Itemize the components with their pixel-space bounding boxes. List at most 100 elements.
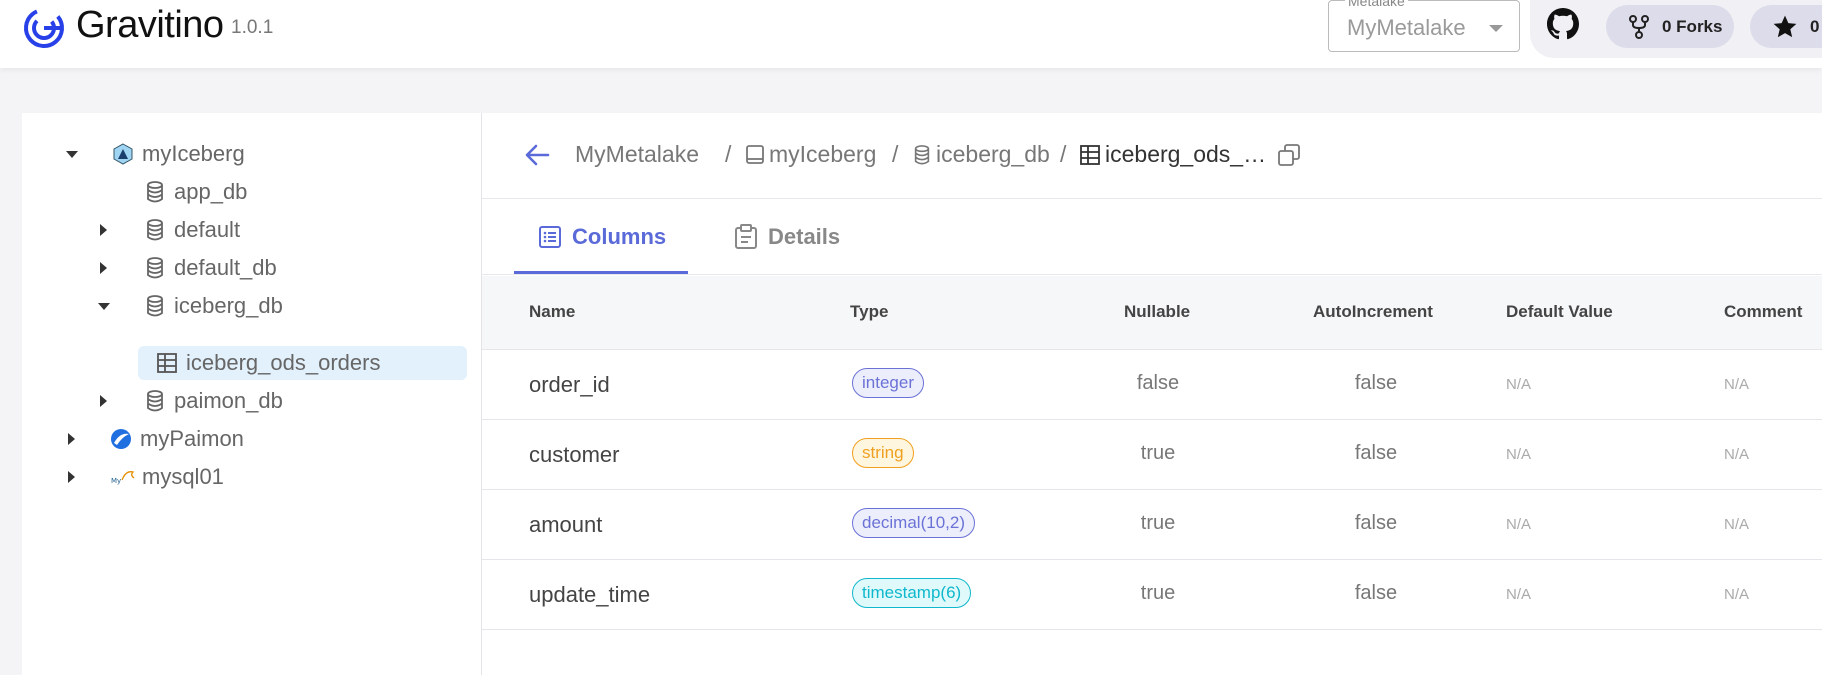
cell-default-value: N/A (1506, 446, 1532, 463)
gravitino-logo-icon[interactable] (22, 6, 66, 50)
clipboard-icon (735, 224, 757, 249)
cell-autoincrement: false (1354, 442, 1398, 464)
cell-autoincrement: false (1354, 512, 1398, 534)
table-row[interactable]: customer string true false N/A N/A (482, 420, 1822, 490)
tree-item-default[interactable]: default (42, 213, 442, 247)
stars-button[interactable]: 0 S (1750, 5, 1822, 48)
breadcrumb-schema-label: iceberg_db (936, 141, 1050, 167)
copy-icon[interactable] (1277, 143, 1301, 167)
cell-comment: N/A (1724, 586, 1750, 603)
tree-item-iceberg-ods-orders[interactable]: iceberg_ods_orders (138, 346, 467, 380)
tree-item-label: default (174, 217, 241, 242)
database-icon (147, 295, 163, 317)
cell-autoincrement: false (1354, 372, 1398, 394)
active-tab-indicator (514, 271, 688, 274)
table-header: Name Type Nullable AutoIncrement Default… (482, 276, 1822, 350)
metalake-select-value: MyMetalake (1347, 15, 1466, 40)
brand-name[interactable]: Gravitino (76, 4, 224, 47)
chevron-down-icon (1489, 25, 1503, 32)
database-icon (147, 219, 163, 241)
expand-toggle-icon[interactable] (100, 395, 107, 407)
cell-name: update_time (529, 582, 651, 607)
cell-autoincrement: false (1354, 582, 1398, 604)
catalog-tree: myIceberg app_db default default_db iceb… (22, 113, 482, 675)
tree-item-myiceberg[interactable]: myIceberg (42, 137, 442, 171)
tree-item-label: app_db (174, 179, 248, 204)
table-icon (157, 353, 177, 373)
database-icon (147, 390, 163, 412)
tree-item-mysql01[interactable]: My mysql01 (42, 460, 442, 494)
iceberg-icon (113, 143, 133, 165)
cell-default-value: N/A (1506, 586, 1532, 603)
table-row[interactable]: update_time timestamp(6) true false N/A N/A (482, 560, 1822, 630)
breadcrumb-table: iceberg_ods_… (1079, 141, 1266, 168)
expand-toggle-icon[interactable] (68, 433, 75, 445)
cell-comment: N/A (1724, 446, 1750, 463)
table-icon (1080, 144, 1100, 165)
database-icon (147, 181, 163, 203)
forks-button[interactable]: 0 Forks (1606, 5, 1734, 48)
column-header-nullable[interactable]: Nullable (1124, 302, 1190, 322)
tab-details[interactable]: Details (734, 199, 840, 275)
type-chip: integer (852, 368, 924, 398)
cell-name: amount (529, 512, 603, 537)
cell-default-value: N/A (1506, 376, 1532, 393)
breadcrumb-metalake[interactable]: MyMetalake (575, 141, 699, 168)
tab-details-label: Details (768, 224, 841, 249)
breadcrumb-schema[interactable]: iceberg_db (912, 141, 1050, 168)
collapse-toggle-icon[interactable] (66, 151, 78, 158)
collapse-toggle-icon[interactable] (98, 303, 110, 310)
type-chip: string (852, 438, 914, 468)
database-icon (147, 257, 163, 279)
expand-toggle-icon[interactable] (68, 471, 75, 483)
app-header: Gravitino 1.0.1 Metalake MyMetalake 0 Fo… (0, 0, 1822, 68)
expand-toggle-icon[interactable] (100, 224, 107, 236)
metalake-select[interactable]: Metalake MyMetalake (1328, 0, 1520, 52)
stars-count: 0 S (1810, 16, 1822, 36)
cell-name: customer (529, 442, 620, 467)
paimon-icon (111, 429, 131, 449)
tree-item-paimon-db[interactable]: paimon_db (42, 384, 442, 418)
breadcrumb-separator: / (1060, 141, 1067, 167)
tree-item-label: myPaimon (140, 426, 244, 451)
expand-toggle-icon[interactable] (100, 262, 107, 274)
breadcrumb-catalog[interactable]: myIceberg (745, 141, 876, 168)
cell-nullable: true (1140, 582, 1176, 604)
breadcrumb: MyMetalake / myIceberg / iceberg_db / ic… (482, 113, 1822, 199)
tab-columns-label: Columns (572, 224, 667, 249)
book-icon (746, 144, 764, 164)
column-header-default-value[interactable]: Default Value (1506, 302, 1613, 322)
version-label: 1.0.1 (231, 17, 274, 38)
star-icon (1773, 15, 1797, 37)
tree-item-label: iceberg_db (174, 293, 283, 318)
github-icon[interactable] (1547, 8, 1579, 40)
breadcrumb-table-label: iceberg_ods_… (1105, 141, 1267, 167)
fork-icon (1629, 14, 1649, 39)
tree-item-label: paimon_db (174, 388, 283, 413)
breadcrumb-separator: / (892, 141, 899, 167)
tree-item-label: myIceberg (142, 141, 245, 166)
column-header-autoincrement[interactable]: AutoIncrement (1313, 302, 1433, 322)
tab-columns[interactable]: Columns (538, 199, 666, 275)
type-chip: timestamp(6) (852, 578, 972, 608)
metalake-select-label: Metalake (1345, 0, 1408, 9)
mysql-icon: My (111, 471, 135, 485)
tree-item-app-db[interactable]: app_db (42, 175, 442, 209)
svg-text:My: My (111, 477, 121, 485)
column-header-comment[interactable]: Comment (1724, 302, 1802, 322)
tree-item-default-db[interactable]: default_db (42, 251, 442, 285)
arrow-left-icon[interactable] (524, 143, 550, 167)
table-row[interactable]: amount decimal(10,2) true false N/A N/A (482, 490, 1822, 560)
column-header-name[interactable]: Name (529, 302, 575, 322)
cell-name: order_id (529, 372, 610, 397)
column-header-type[interactable]: Type (850, 302, 888, 322)
tree-item-iceberg-db[interactable]: iceberg_db (42, 289, 442, 323)
tree-item-mypaimon[interactable]: myPaimon (42, 422, 442, 456)
cell-comment: N/A (1724, 516, 1750, 533)
list-icon (539, 226, 561, 248)
breadcrumb-catalog-label: myIceberg (769, 141, 877, 167)
cell-nullable: true (1140, 512, 1176, 534)
type-chip: decimal(10,2) (852, 508, 975, 538)
table-row[interactable]: order_id integer false false N/A N/A (482, 350, 1822, 420)
tab-bar: Columns Details (482, 199, 1822, 275)
